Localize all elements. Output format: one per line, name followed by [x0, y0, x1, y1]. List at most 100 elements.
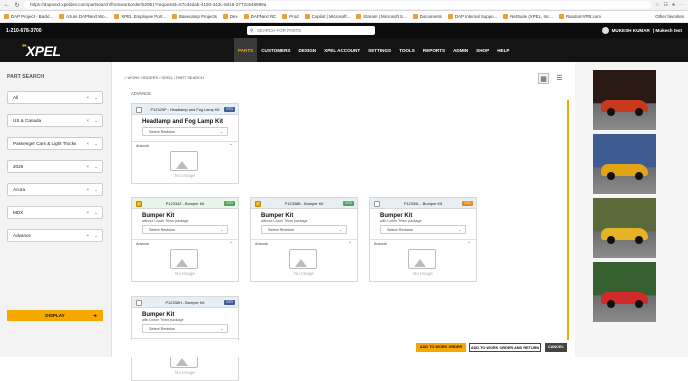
revision-select[interactable]: Select Revision ⌄	[142, 324, 228, 333]
display-button[interactable]: DISPLAY ➜	[7, 310, 103, 321]
chevron-down-icon: ⌄	[219, 228, 223, 232]
clear-icon[interactable]: ×	[86, 207, 89, 218]
vehicle-image[interactable]	[593, 70, 656, 130]
chevron-down-icon: ⌄	[94, 233, 98, 238]
user-menu[interactable]: MUKESH KUMAR | Mukesh test	[601, 27, 682, 34]
select-part-checkbox[interactable]	[374, 200, 380, 207]
filter-category-select[interactable]: All × ⌄	[7, 91, 103, 104]
bookmark-item[interactable]: Documents	[412, 14, 442, 19]
filter-vehicle-type-select[interactable]: Passenger Cars & Light Trucks × ⌄	[7, 137, 103, 150]
nav-item-parts[interactable]: PARTS	[234, 38, 258, 62]
chevron-up-icon[interactable]: ⌃	[348, 241, 352, 247]
back-icon[interactable]: ←	[4, 2, 10, 8]
part-search-input[interactable]: ⚲ SEARCH FOR PARTS	[247, 26, 375, 35]
clear-icon[interactable]: ×	[86, 230, 89, 241]
add-to-work-order-button[interactable]: ADD TO WORK ORDER	[416, 343, 466, 352]
clear-icon[interactable]: ×	[86, 92, 89, 103]
select-part-checkbox[interactable]: ✓	[255, 200, 261, 207]
breadcrumb-work-orders[interactable]: WORK ORDERS	[128, 75, 159, 80]
bookmark-item[interactable]: XPEL Employee Port...	[114, 14, 166, 19]
bookmark-item[interactable]: DAP Project - Backl...	[4, 14, 53, 19]
vehicle-image[interactable]	[593, 262, 656, 322]
cancel-button[interactable]: CANCEL	[545, 343, 567, 352]
profile-icon[interactable]: ●	[672, 2, 675, 8]
bookmark-icon	[114, 14, 120, 19]
clear-icon[interactable]: ×	[86, 115, 89, 126]
menu-icon[interactable]: ⋯	[679, 2, 684, 8]
nav-item-admin[interactable]: ADMIN	[449, 38, 472, 62]
part-name: Bumper Kit	[142, 213, 175, 219]
artwork-label: Artwork	[255, 242, 268, 246]
revision-select[interactable]: Select Revision ⌄	[142, 225, 228, 234]
nav-item-customers[interactable]: CUSTOMERS	[257, 38, 294, 62]
nav-item-shop[interactable]: SHOP	[472, 38, 493, 62]
artwork-section: Artwork ⌃ No Image	[251, 239, 357, 281]
part-card-header: P12329P - Headlamp and Fog Lamp Kit STD	[132, 104, 238, 115]
chevron-up-icon[interactable]: ⌃	[229, 143, 233, 149]
xpel-logo[interactable]: ••XPEL	[22, 43, 61, 59]
bookmark-item[interactable]: DAPNext RC	[243, 14, 276, 19]
filter-region-select[interactable]: US & Canada × ⌄	[7, 114, 103, 127]
bookmark-item[interactable]: Dev	[222, 14, 238, 19]
top-bar: 1-210-678-3700 ⚲ SEARCH FOR PARTS MUKESH…	[0, 23, 688, 38]
home-icon[interactable]: ⌂	[124, 75, 126, 80]
search-icon: ⚲	[250, 28, 254, 33]
filter-make-select[interactable]: Acura × ⌄	[7, 183, 103, 196]
bookmark-icon	[356, 14, 362, 19]
url-field[interactable]: https://dapnext.xpeldev.com/partsearch/f…	[24, 1, 651, 9]
bookmark-item[interactable]: Copilot | Microsoft...	[304, 14, 350, 19]
select-part-checkbox[interactable]: ✓	[136, 200, 142, 207]
image-placeholder-icon	[408, 249, 436, 269]
bookmark-item[interactable]: RandomYPB.com	[558, 14, 601, 19]
image-placeholder-icon	[170, 249, 198, 269]
select-part-checkbox[interactable]	[136, 299, 142, 306]
artwork-label: Artwork	[374, 242, 387, 246]
filter-year-select[interactable]: 2025 × ⌄	[7, 160, 103, 173]
bookmark-icon	[304, 14, 310, 19]
artwork-section: Artwork ⌃ No Image	[370, 239, 476, 281]
nav-item-design[interactable]: DESIGN	[295, 38, 321, 62]
nav-item-reports[interactable]: REPORTS	[419, 38, 449, 62]
list-view-icon[interactable]: ☰	[554, 73, 565, 84]
select-part-checkbox[interactable]	[136, 106, 142, 113]
vehicle-image[interactable]	[593, 134, 656, 194]
revision-select[interactable]: Select Revision ⌄	[380, 225, 466, 234]
vehicle-image[interactable]	[593, 198, 656, 258]
chevron-up-icon[interactable]: ⌃	[229, 241, 233, 247]
filter-model-select[interactable]: MDX × ⌄	[7, 206, 103, 219]
clear-icon[interactable]: ×	[86, 161, 89, 172]
revision-select[interactable]: Select Revision ⌄	[142, 127, 228, 136]
add-and-return-button[interactable]: ADD TO WORK ORDER AND RETURN	[469, 343, 541, 352]
bookmark-item[interactable]: Azure DAPNext Wo...	[59, 14, 108, 19]
main-nav: ••XPEL PARTS CUSTOMERS DESIGN XPEL ACCOUNT S…	[0, 38, 688, 62]
nav-item-tools[interactable]: TOOLS	[395, 38, 419, 62]
part-card-header: P12339L - Bumper Kit STD	[370, 198, 476, 209]
bookmark-icon	[447, 14, 453, 19]
filter-package-select[interactable]: Advance × ⌄	[7, 229, 103, 242]
part-badge: STD	[224, 201, 235, 206]
chevron-up-icon[interactable]: ⌃	[467, 241, 471, 247]
nav-item-settings[interactable]: SETTINGS	[364, 38, 395, 62]
scroll-indicator[interactable]	[567, 100, 569, 348]
star-icon[interactable]: ☆	[655, 2, 659, 8]
nav-item-xpel-account[interactable]: XPEL ACCOUNT	[320, 38, 364, 62]
reload-icon[interactable]: ↻	[14, 2, 20, 9]
other-favorites[interactable]: Other favorites	[655, 14, 684, 19]
sidebar-title: PART SEARCH	[7, 74, 45, 80]
breadcrumb-part-search: PART SEARCH	[176, 75, 205, 80]
clear-icon[interactable]: ×	[86, 184, 89, 195]
avatar	[601, 27, 609, 34]
bookmark-item[interactable]: DAP Internal Suppo...	[447, 14, 497, 19]
clear-icon[interactable]: ×	[86, 138, 89, 149]
part-card: P12329P - Headlamp and Fog Lamp Kit STD He…	[131, 103, 239, 184]
bookmark-item[interactable]: NetSuite (XPEL, Inc...	[503, 14, 553, 19]
revision-select[interactable]: Select Revision ⌄	[261, 225, 347, 234]
bookmark-item[interactable]: Prod	[282, 14, 299, 19]
nav-item-help[interactable]: HELP	[493, 38, 513, 62]
chevron-down-icon: ⌄	[219, 130, 223, 134]
bookmark-item[interactable]: Basecamp Projects	[172, 14, 217, 19]
bookmark-item[interactable]: Stream | Microsoft S...	[356, 14, 407, 19]
extensions-icon[interactable]: ☷	[663, 2, 667, 8]
grid-view-icon[interactable]: ▦	[538, 73, 549, 84]
breadcrumb-work-order-id[interactable]: 52951	[162, 75, 173, 80]
